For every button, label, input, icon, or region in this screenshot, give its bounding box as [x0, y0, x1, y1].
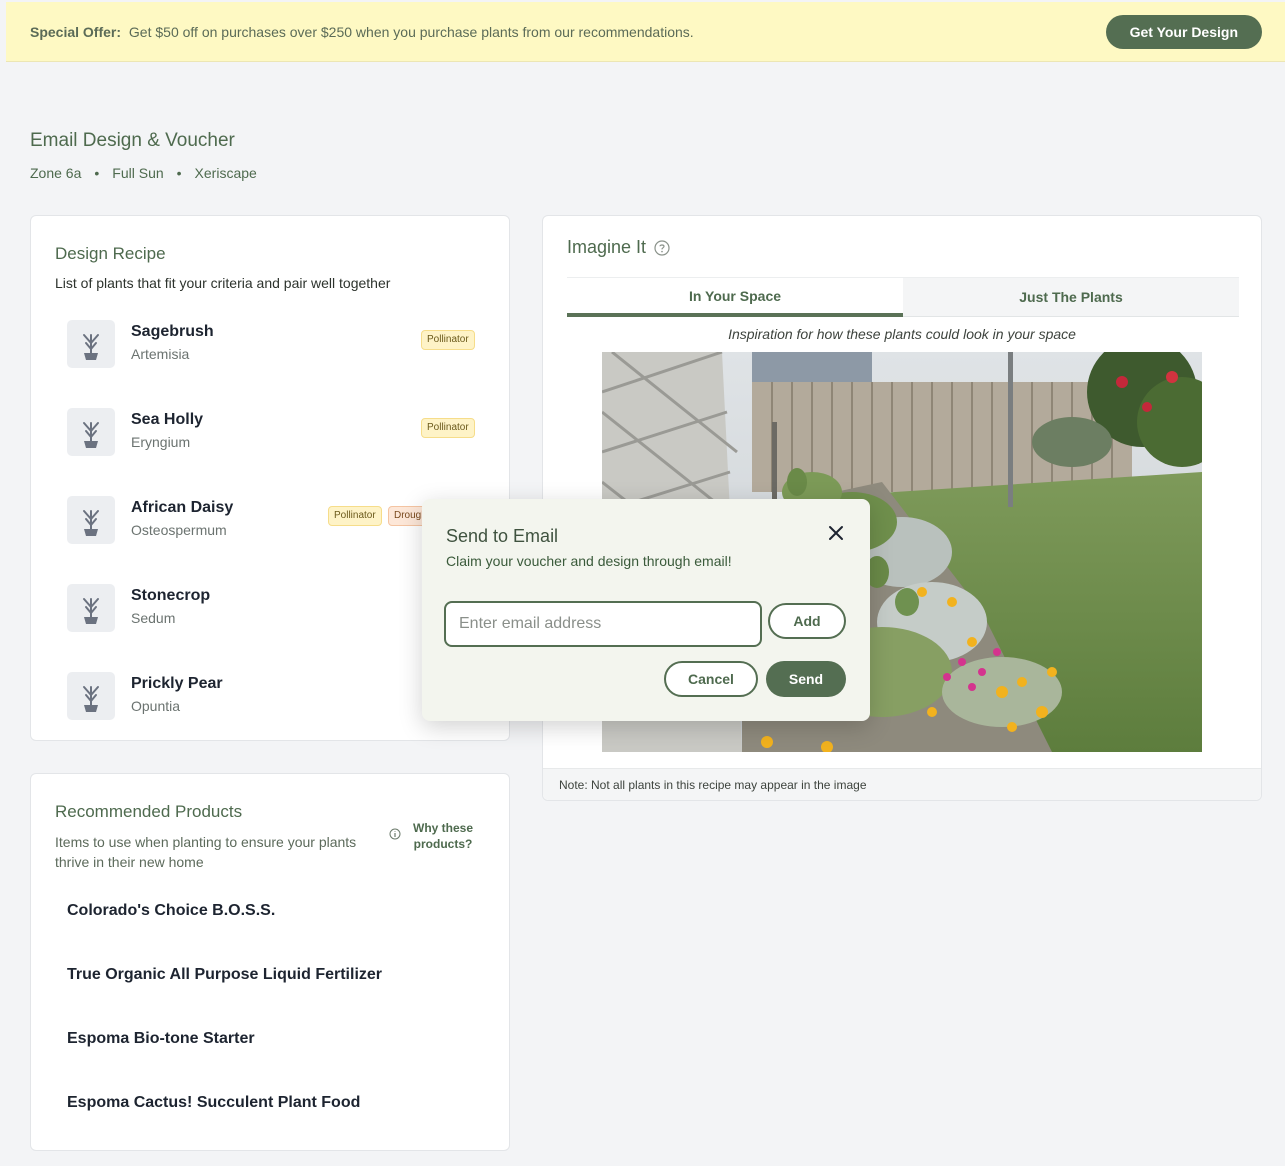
imagine-title-row: Imagine It: [567, 237, 670, 258]
add-email-button[interactable]: Add: [768, 603, 846, 639]
plant-item-sea-holly[interactable]: Sea Holly Eryngium Pollinator: [67, 408, 487, 458]
image-note: Note: Not all plants in this recipe may …: [543, 768, 1261, 800]
products-title: Recommended Products: [55, 802, 243, 821]
cancel-button[interactable]: Cancel: [664, 661, 758, 697]
plant-name: Sagebrush: [131, 323, 214, 340]
plant-name: Sea Holly: [131, 411, 204, 428]
tag-style: Xeriscape: [194, 165, 257, 181]
product-item[interactable]: Espoma Cactus! Succulent Plant Food: [67, 1094, 360, 1112]
email-input[interactable]: [444, 601, 762, 647]
send-to-email-modal: Send to Email Claim your voucher and des…: [422, 499, 870, 721]
plant-latin-name: Osteospermum: [131, 522, 227, 538]
criteria-tags: Zone 6a • Full Sun • Xeriscape: [30, 165, 257, 181]
page-title: Email Design & Voucher: [30, 130, 235, 151]
why-these-products-link[interactable]: Why these products?: [389, 820, 473, 852]
inspiration-caption: Inspiration for how these plants could l…: [728, 326, 1076, 342]
tab-in-your-space[interactable]: In Your Space: [567, 278, 903, 317]
plant-latin-name: Eryngium: [131, 434, 191, 450]
plant-latin-name: Sedum: [131, 610, 176, 626]
plant-sprout-icon: [67, 408, 115, 456]
tab-just-the-plants[interactable]: Just The Plants: [903, 278, 1239, 317]
pollinator-badge: Pollinator: [328, 506, 382, 526]
plant-latin-name: Opuntia: [131, 698, 181, 714]
tag-zone: Zone 6a: [30, 165, 82, 181]
product-item[interactable]: Colorado's Choice B.O.S.S.: [67, 902, 275, 920]
recipe-subtitle: List of plants that fit your criteria an…: [55, 275, 391, 291]
info-icon: [389, 828, 401, 840]
promo-description: Get $50 off on purchases over $250 when …: [128, 23, 694, 40]
product-item[interactable]: True Organic All Purpose Liquid Fertiliz…: [67, 966, 382, 984]
imagine-title: Imagine It: [567, 237, 647, 257]
help-circle-icon[interactable]: [654, 239, 670, 256]
tag-sun: Full Sun: [112, 165, 164, 181]
product-item[interactable]: Espoma Bio-tone Starter: [67, 1030, 255, 1048]
modal-subtitle: Claim your voucher and design through em…: [446, 553, 732, 569]
promo-banner: Special Offer: Get $50 off on purchases …: [6, 2, 1285, 62]
plant-sprout-icon: [67, 496, 115, 544]
plant-sprout-icon: [67, 584, 115, 632]
close-icon[interactable]: [826, 523, 846, 543]
plant-name: African Daisy: [131, 499, 234, 516]
promo-text: Special Offer: Get $50 off on purchases …: [30, 24, 694, 40]
plant-name: Stonecrop: [131, 587, 211, 604]
plant-sprout-icon: [67, 320, 115, 368]
tag-separator: •: [176, 165, 182, 181]
plant-name: Prickly Pear: [131, 675, 223, 692]
pollinator-badge: Pollinator: [421, 330, 475, 350]
plant-item-sagebrush[interactable]: Sagebrush Artemisia Pollinator: [67, 320, 487, 370]
modal-title: Send to Email: [446, 526, 559, 546]
get-your-design-button[interactable]: Get Your Design: [1105, 14, 1262, 49]
plant-latin-name: Artemisia: [131, 346, 190, 362]
recommended-products-card: Recommended Products Items to use when p…: [30, 773, 510, 1151]
tag-separator: •: [94, 165, 100, 181]
view-tabs: In Your Space Just The Plants: [567, 277, 1239, 317]
recipe-title: Design Recipe: [55, 244, 166, 263]
products-subtitle: Items to use when planting to ensure you…: [55, 834, 357, 870]
send-button[interactable]: Send: [766, 661, 846, 697]
why-these-products-label: Why these products?: [413, 821, 474, 851]
pollinator-badge: Pollinator: [421, 418, 475, 438]
plant-sprout-icon: [67, 672, 115, 720]
promo-label: Special Offer:: [30, 23, 122, 40]
